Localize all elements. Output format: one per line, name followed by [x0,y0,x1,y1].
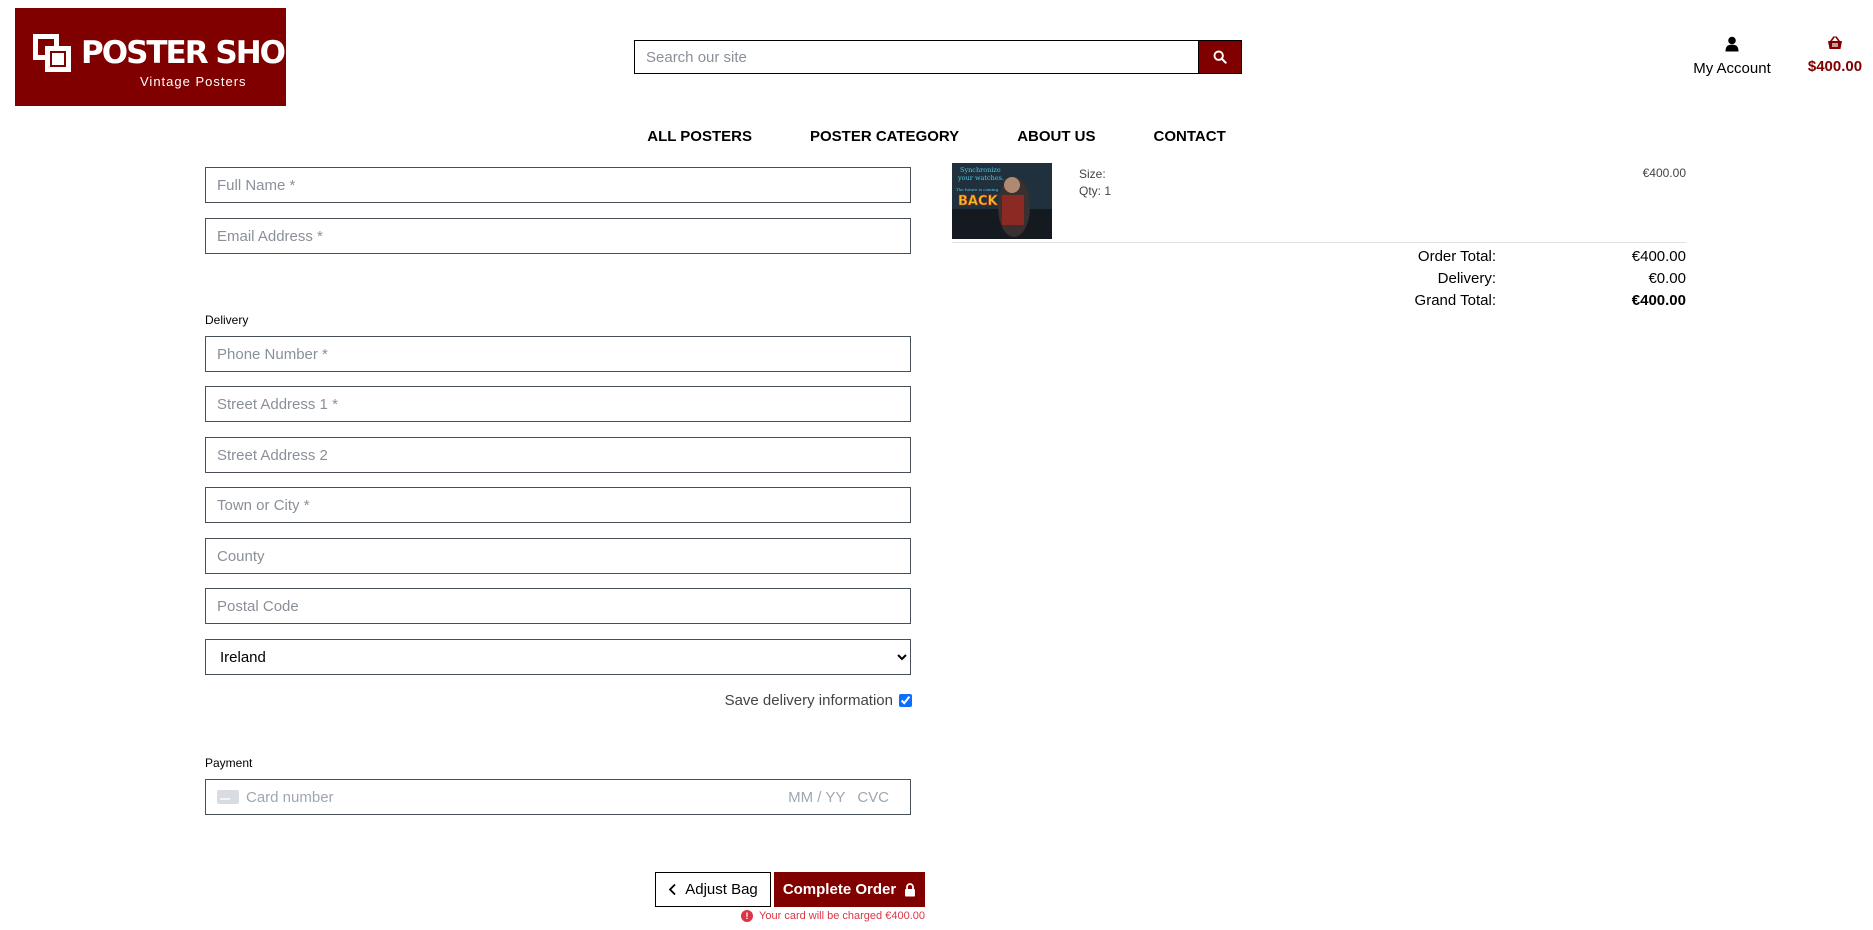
search-icon [1213,50,1227,64]
save-delivery-label: Save delivery information [724,692,893,709]
user-icon [1725,36,1739,52]
credit-card-icon [217,790,239,804]
summary-divider [952,242,1686,243]
street-address-2-input[interactable] [205,437,911,473]
shopping-bag-link[interactable]: $400.00 [1802,36,1868,75]
grand-total-row: Grand Total: €400.00 [1350,289,1686,311]
nav-item-all-posters[interactable]: ALL POSTERS [618,128,781,145]
nav-item-contact[interactable]: CONTACT [1125,128,1255,145]
delivery-cost-label: Delivery: [1437,269,1496,287]
search-input[interactable] [634,40,1198,74]
adjust-bag-button[interactable]: Adjust Bag [655,872,771,907]
product-size: Size: [1079,167,1106,181]
phone-input[interactable] [205,336,911,372]
product-meta: Size: Qty: 1 [1079,166,1111,200]
card-expiry-field[interactable]: MM / YY [788,789,845,806]
full-name-input[interactable] [205,167,911,203]
poster-text-2: your watches. [957,174,1004,182]
complete-order-button[interactable]: Complete Order [774,872,925,907]
county-input[interactable] [205,538,911,574]
save-delivery-row: Save delivery information [600,692,912,709]
charge-note-text: Your card will be charged [759,910,883,922]
account-label: My Account [1693,60,1771,77]
nav-item-about-us[interactable]: ABOUT US [988,128,1124,145]
delivery-row: Delivery: €0.00 [1350,267,1686,289]
poster-text-3: The future is coming. [956,187,999,192]
poster-text-4: BACK [958,194,999,209]
logo-subtitle: Vintage Posters [140,74,247,89]
country-select[interactable]: Ireland [205,639,911,675]
grand-total-label: Grand Total: [1414,291,1496,309]
chevron-left-icon [668,883,676,896]
account-link[interactable]: My Account [1690,36,1774,77]
nav-item-poster-category[interactable]: POSTER CATEGORY [781,128,988,145]
basket-icon [1828,36,1842,49]
charge-note-amount: €400.00 [885,910,925,922]
order-total-value: €400.00 [1631,247,1686,265]
town-city-input[interactable] [205,487,911,523]
grand-total-value: €400.00 [1631,291,1686,309]
card-cvc-field[interactable]: CVC [857,789,889,806]
delivery-section-label: Delivery [205,313,249,327]
payment-section-label: Payment [205,756,253,770]
delivery-cost-value: €0.00 [1648,269,1686,287]
complete-order-label: Complete Order [782,881,897,898]
search-button[interactable] [1198,40,1242,74]
site-logo[interactable]: POSTER SHOP Vintage Posters [15,8,307,106]
product-price: €400.00 [1642,166,1686,180]
bag-total: $400.00 [1807,58,1863,75]
logo-title: POSTER SHOP [81,35,307,71]
save-delivery-checkbox[interactable] [899,694,912,707]
product-qty: Qty: 1 [1079,184,1112,198]
street-address-1-input[interactable] [205,386,911,422]
card-number-field[interactable]: Card number [246,789,788,806]
order-total-label: Order Total: [1417,247,1496,265]
charge-note: ! Your card will be charged €400.00 [600,910,925,922]
card-element[interactable]: Card number MM / YY CVC [205,779,911,815]
warning-icon: ! [741,910,754,922]
product-image[interactable]: Synchronize your watches. The future is … [952,163,1052,239]
adjust-bag-label: Adjust Bag [685,881,758,898]
search-form [634,40,1242,74]
logo-mark-icon [33,34,73,74]
order-total-row: Order Total: €400.00 [1350,245,1686,267]
poster-text-1: Synchronize [960,166,1001,174]
order-totals: Order Total: €400.00 Delivery: €0.00 Gra… [1350,245,1686,311]
email-input[interactable] [205,218,911,254]
main-nav: ALL POSTERS POSTER CATEGORY ABOUT US CON… [0,128,1873,145]
postal-code-input[interactable] [205,588,911,624]
lock-icon [905,882,916,896]
